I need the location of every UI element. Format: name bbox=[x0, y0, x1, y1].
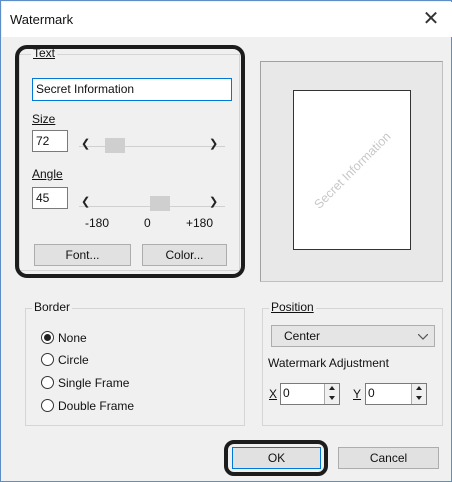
x-label: X bbox=[269, 387, 278, 401]
y-offset-value: 0 bbox=[368, 386, 375, 400]
border-none-radio[interactable] bbox=[41, 331, 54, 344]
spin-up-icon[interactable] bbox=[416, 386, 422, 390]
x-offset-input[interactable]: 0 bbox=[280, 383, 340, 405]
border-single-frame-label[interactable]: Single Frame bbox=[58, 376, 129, 390]
border-circle-radio[interactable] bbox=[41, 353, 54, 366]
chevron-down-icon bbox=[418, 334, 428, 340]
position-group-label: Position bbox=[269, 300, 316, 314]
preview-watermark-text: Secret Information bbox=[311, 129, 393, 211]
spin-down-icon[interactable] bbox=[329, 396, 335, 400]
watermark-adjustment-label: Watermark Adjustment bbox=[268, 356, 389, 370]
watermark-dialog: Watermark ✕ Text Secret Information Size… bbox=[0, 0, 452, 482]
border-circle-label[interactable]: Circle bbox=[58, 353, 89, 367]
border-none-label[interactable]: None bbox=[58, 331, 87, 345]
preview-panel: Secret Information bbox=[260, 61, 443, 282]
position-dropdown-value: Center bbox=[284, 329, 321, 343]
y-offset-spinner[interactable] bbox=[411, 384, 426, 404]
close-icon[interactable]: ✕ bbox=[418, 6, 444, 32]
text-group-highlight bbox=[15, 45, 245, 278]
cancel-button-label: Cancel bbox=[369, 451, 408, 465]
position-dropdown[interactable]: Center bbox=[271, 325, 435, 347]
border-group-label: Border bbox=[32, 300, 73, 314]
spin-down-icon[interactable] bbox=[416, 396, 422, 400]
title-bar: Watermark ✕ bbox=[2, 2, 452, 37]
ok-button-highlight bbox=[224, 440, 328, 476]
spin-up-icon[interactable] bbox=[329, 386, 335, 390]
x-offset-value: 0 bbox=[283, 386, 290, 400]
preview-watermark: Secret Information bbox=[311, 129, 393, 211]
window-title: Watermark bbox=[10, 12, 74, 27]
border-single-frame-radio[interactable] bbox=[41, 376, 54, 389]
y-offset-input[interactable]: 0 bbox=[365, 383, 427, 405]
preview-page: Secret Information bbox=[293, 90, 411, 250]
x-offset-spinner[interactable] bbox=[324, 384, 339, 404]
border-double-frame-radio[interactable] bbox=[41, 399, 54, 412]
y-label: Y bbox=[353, 387, 362, 401]
cancel-button[interactable]: Cancel bbox=[338, 447, 439, 469]
border-double-frame-label[interactable]: Double Frame bbox=[58, 399, 134, 413]
